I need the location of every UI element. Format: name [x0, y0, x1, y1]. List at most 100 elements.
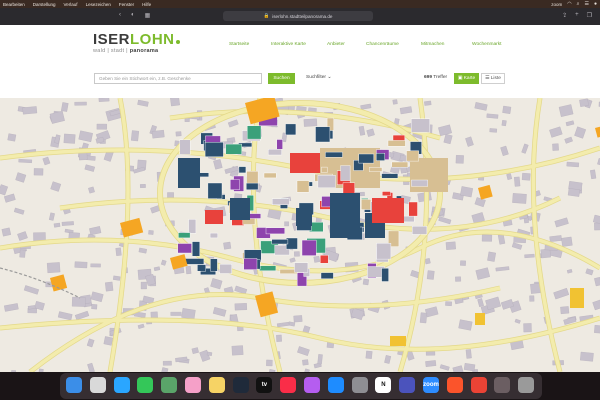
zoom-status-label[interactable]: zoom [551, 2, 562, 7]
activity-icon[interactable] [232, 377, 249, 393]
building [500, 145, 509, 156]
tab-icon[interactable]: ▦ [145, 12, 151, 19]
building [130, 130, 140, 142]
interactive-map[interactable] [0, 98, 600, 372]
building [514, 318, 521, 324]
finder-icon[interactable] [66, 377, 82, 393]
nav-chancenraeume[interactable]: Chancenräume [366, 42, 399, 47]
menu-bearbeiten[interactable]: Bearbeiten [3, 2, 25, 7]
podcasts-icon[interactable] [304, 377, 320, 393]
building [463, 363, 476, 372]
siri-icon[interactable]: ● [594, 1, 597, 7]
commercial-building [230, 198, 250, 220]
nav-wochenmarkt[interactable]: Wochenmarkt [472, 42, 502, 47]
commercial-building [301, 239, 317, 256]
yellow-building [475, 313, 485, 325]
search-filter-dropdown[interactable]: Suchfilter ⌄ [306, 75, 331, 80]
nav-interaktive-karte[interactable]: Interaktive Karte [271, 42, 306, 47]
teams-icon[interactable] [399, 377, 416, 393]
lock-icon: 🔒 [263, 13, 270, 18]
building [512, 193, 527, 204]
shield-icon[interactable]: ◐ [131, 12, 135, 19]
building [48, 212, 55, 221]
commercial-building [197, 264, 206, 272]
commercial-building [276, 139, 283, 150]
music-icon[interactable] [280, 377, 297, 393]
building [105, 281, 114, 292]
building [223, 241, 232, 250]
brave-icon[interactable] [446, 377, 463, 393]
building [88, 186, 95, 194]
appletv-icon[interactable]: tv [256, 377, 273, 393]
new-tab-icon[interactable]: + [575, 12, 579, 19]
building [501, 120, 507, 127]
map-canvas[interactable] [0, 98, 600, 372]
building [4, 193, 16, 203]
menu-darstellung[interactable]: Darstellung [33, 2, 56, 7]
chrome-icon[interactable] [470, 377, 487, 393]
site-logo[interactable]: ISERLOHN wald | stadt | panorama [93, 32, 180, 54]
building [362, 278, 370, 286]
commercial-building [412, 225, 428, 235]
appstore-icon[interactable] [327, 377, 344, 393]
building [566, 161, 580, 168]
wifi-icon[interactable]: ◠ [567, 1, 571, 7]
commercial-building [188, 219, 197, 234]
nav-anbieter[interactable]: Anbieter [327, 42, 345, 47]
building [86, 155, 96, 161]
commercial-building [315, 126, 331, 143]
search-input[interactable]: Geben Sie ein Stichwort ein, z.B. Gesche… [94, 73, 262, 84]
back-icon[interactable]: ‹ [119, 12, 121, 19]
result-label: Treffer [433, 75, 448, 80]
nav-startseite[interactable]: Startseite [229, 42, 249, 47]
building [46, 262, 61, 274]
toolbar-left-icons: ‹ ◐ ▦ [119, 12, 150, 19]
map-view-button[interactable]: ▣ Karte [454, 73, 479, 84]
building [49, 110, 65, 124]
commercial-building [179, 139, 191, 155]
maps-icon[interactable] [161, 377, 178, 393]
site-header [0, 25, 600, 98]
building [137, 99, 149, 107]
photos-icon[interactable] [185, 377, 201, 393]
building [313, 255, 321, 263]
control-center-icon[interactable]: ☰ [584, 1, 588, 7]
trash-icon[interactable] [518, 377, 535, 393]
commercial-building [204, 142, 224, 158]
tabs-overview-icon[interactable]: ❐ [587, 12, 592, 19]
menu-hilfe[interactable]: Hilfe [142, 2, 151, 7]
building [71, 296, 86, 307]
search-icon[interactable]: ⌕ [577, 1, 580, 7]
preview-icon[interactable] [494, 377, 511, 393]
safari-icon[interactable] [113, 377, 130, 393]
building [266, 359, 273, 367]
notion-icon[interactable]: N [375, 377, 392, 393]
commercial-building [411, 118, 430, 133]
building [486, 113, 499, 119]
share-icon[interactable]: ⇪ [562, 12, 567, 19]
building [96, 123, 107, 130]
menu-fenster[interactable]: Fenster [119, 2, 134, 7]
zoom-icon[interactable]: zoom [423, 377, 439, 393]
menu-lesezeichen[interactable]: Lesezeichen [86, 2, 111, 7]
address-bar[interactable]: 🔒 iserlohn.stadtteilpanorama.de [223, 11, 373, 21]
search-button[interactable]: Suchen [268, 73, 295, 84]
notes-icon[interactable] [208, 377, 225, 393]
commercial-building [230, 179, 240, 191]
launchpad-icon[interactable] [89, 377, 106, 393]
list-view-button[interactable]: ☰ Liste [481, 73, 505, 84]
building [365, 350, 373, 359]
settings-icon[interactable] [351, 377, 368, 393]
ring-road [157, 100, 443, 286]
building [54, 134, 61, 144]
list-icon: ☰ [485, 76, 490, 81]
building [74, 101, 87, 106]
building [42, 156, 51, 166]
messages-icon[interactable] [137, 377, 154, 393]
nav-mitmachen[interactable]: Mitmachen [421, 42, 444, 47]
commercial-building [381, 268, 389, 282]
building [579, 98, 589, 107]
menu-verlauf[interactable]: Verlauf [64, 2, 78, 7]
commercial-building [369, 167, 383, 172]
building [567, 188, 581, 197]
